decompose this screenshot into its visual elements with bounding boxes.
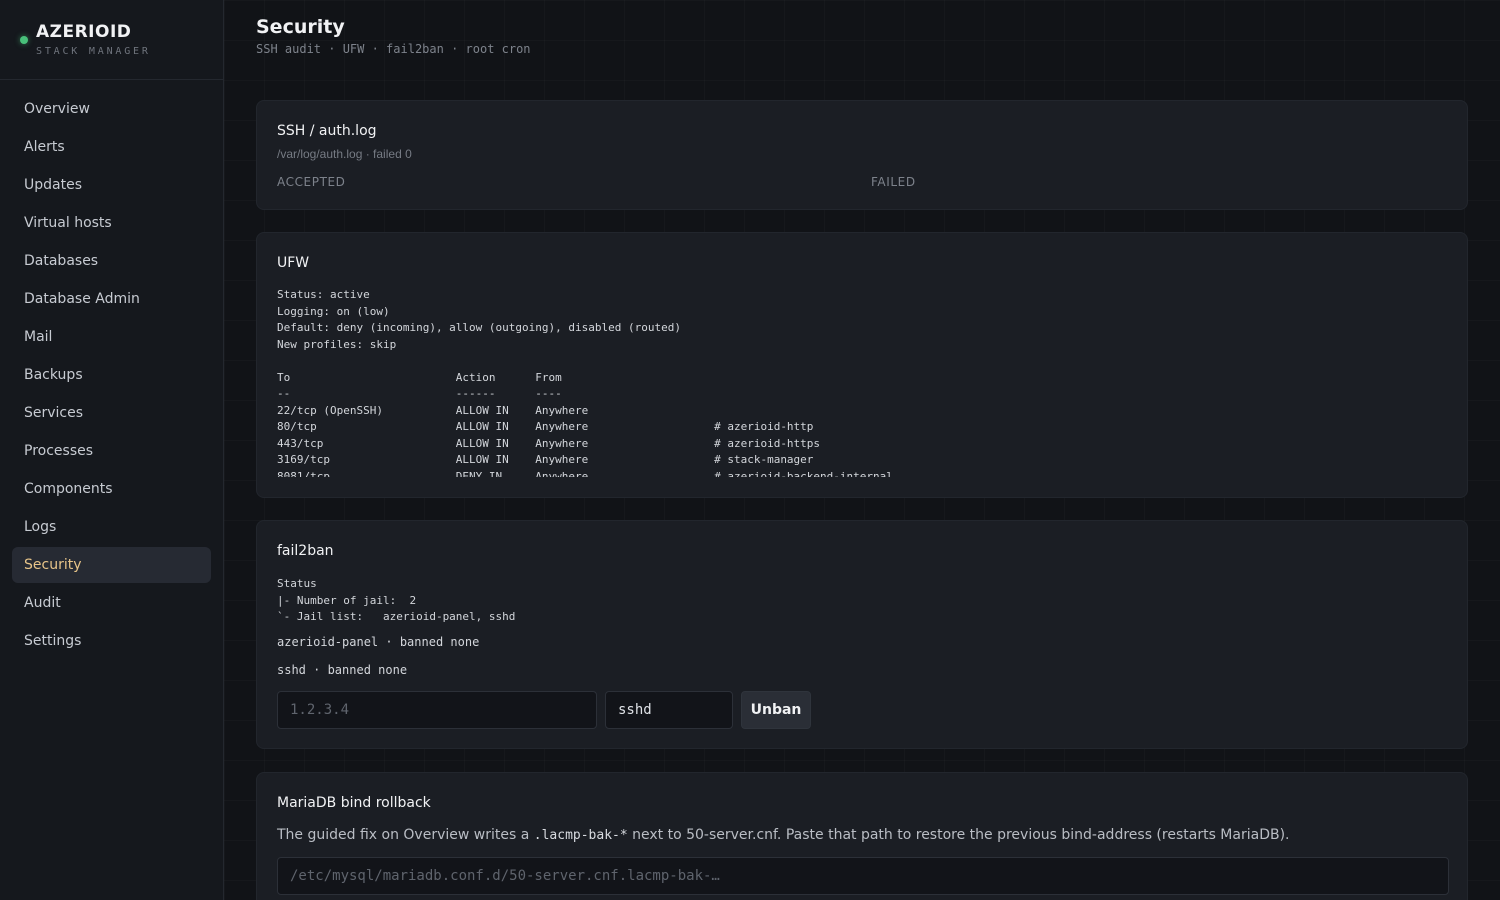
main-content: Security SSH audit · UFW · fail2ban · ro…: [224, 0, 1500, 900]
unban-ip-input[interactable]: [277, 691, 597, 729]
accepted-column-header: ACCEPTED: [277, 175, 346, 189]
sidebar-item-alerts[interactable]: Alerts: [12, 129, 211, 165]
brand-name: AZERIOID: [36, 22, 132, 42]
mariadb-desc-before: The guided fix on Overview writes a: [277, 827, 534, 843]
mariadb-rollback-card: MariaDB bind rollback The guided fix on …: [256, 772, 1468, 900]
page-title: Security: [256, 16, 345, 38]
sidebar-item-virtual-hosts[interactable]: Virtual hosts: [12, 205, 211, 241]
mariadb-desc-code: .lacmp-bak-*: [533, 828, 628, 843]
ssh-card-subtitle: /var/log/auth.log · failed 0: [277, 147, 412, 161]
ufw-card: UFW Status: active Logging: on (low) Def…: [256, 232, 1468, 498]
brand-subtitle: STACK MANAGER: [36, 46, 151, 57]
sidebar-item-updates[interactable]: Updates: [12, 167, 211, 203]
sidebar-item-overview[interactable]: Overview: [12, 91, 211, 127]
sidebar-item-services[interactable]: Services: [12, 395, 211, 431]
sidebar-item-database-admin[interactable]: Database Admin: [12, 281, 211, 317]
failed-column-header: FAILED: [871, 175, 916, 189]
sidebar-item-security[interactable]: Security: [12, 547, 211, 583]
jail-status-azerioid-panel: azerioid-panel · banned none: [277, 635, 480, 649]
sidebar-item-logs[interactable]: Logs: [12, 509, 211, 545]
page-subtitle: SSH audit · UFW · fail2ban · root cron: [256, 42, 531, 56]
fail2ban-status-output: Status |- Number of jail: 2 `- Jail list…: [277, 577, 516, 623]
mariadb-card-title: MariaDB bind rollback: [277, 795, 431, 811]
sidebar-item-backups[interactable]: Backups: [12, 357, 211, 393]
sidebar-item-components[interactable]: Components: [12, 471, 211, 507]
unban-button[interactable]: Unban: [741, 691, 811, 729]
ssh-card-title: SSH / auth.log: [277, 123, 377, 139]
sidebar-item-mail[interactable]: Mail: [12, 319, 211, 355]
sidebar: AZERIOID STACK MANAGER Overview Alerts U…: [0, 0, 224, 900]
fail2ban-card: fail2ban Status |- Number of jail: 2 `- …: [256, 520, 1468, 749]
ufw-status-output: Status: active Logging: on (low) Default…: [277, 288, 893, 477]
sidebar-item-settings[interactable]: Settings: [12, 623, 211, 659]
sidebar-nav: Overview Alerts Updates Virtual hosts Da…: [12, 91, 211, 661]
ufw-output-scroll[interactable]: Status: active Logging: on (low) Default…: [277, 287, 1449, 477]
ufw-card-title: UFW: [277, 255, 310, 271]
mariadb-description: The guided fix on Overview writes a .lac…: [277, 827, 1290, 843]
backup-path-input[interactable]: [277, 857, 1449, 895]
sidebar-item-databases[interactable]: Databases: [12, 243, 211, 279]
sidebar-item-audit[interactable]: Audit: [12, 585, 211, 621]
fail2ban-card-title: fail2ban: [277, 543, 334, 559]
jail-status-sshd: sshd · banned none: [277, 663, 408, 677]
status-dot-icon: [20, 36, 28, 44]
sidebar-item-processes[interactable]: Processes: [12, 433, 211, 469]
brand: AZERIOID STACK MANAGER: [0, 0, 223, 80]
unban-jail-input[interactable]: [605, 691, 733, 729]
ssh-card: SSH / auth.log /var/log/auth.log · faile…: [256, 100, 1468, 210]
mariadb-desc-after: next to 50-server.cnf. Paste that path t…: [627, 827, 1290, 843]
